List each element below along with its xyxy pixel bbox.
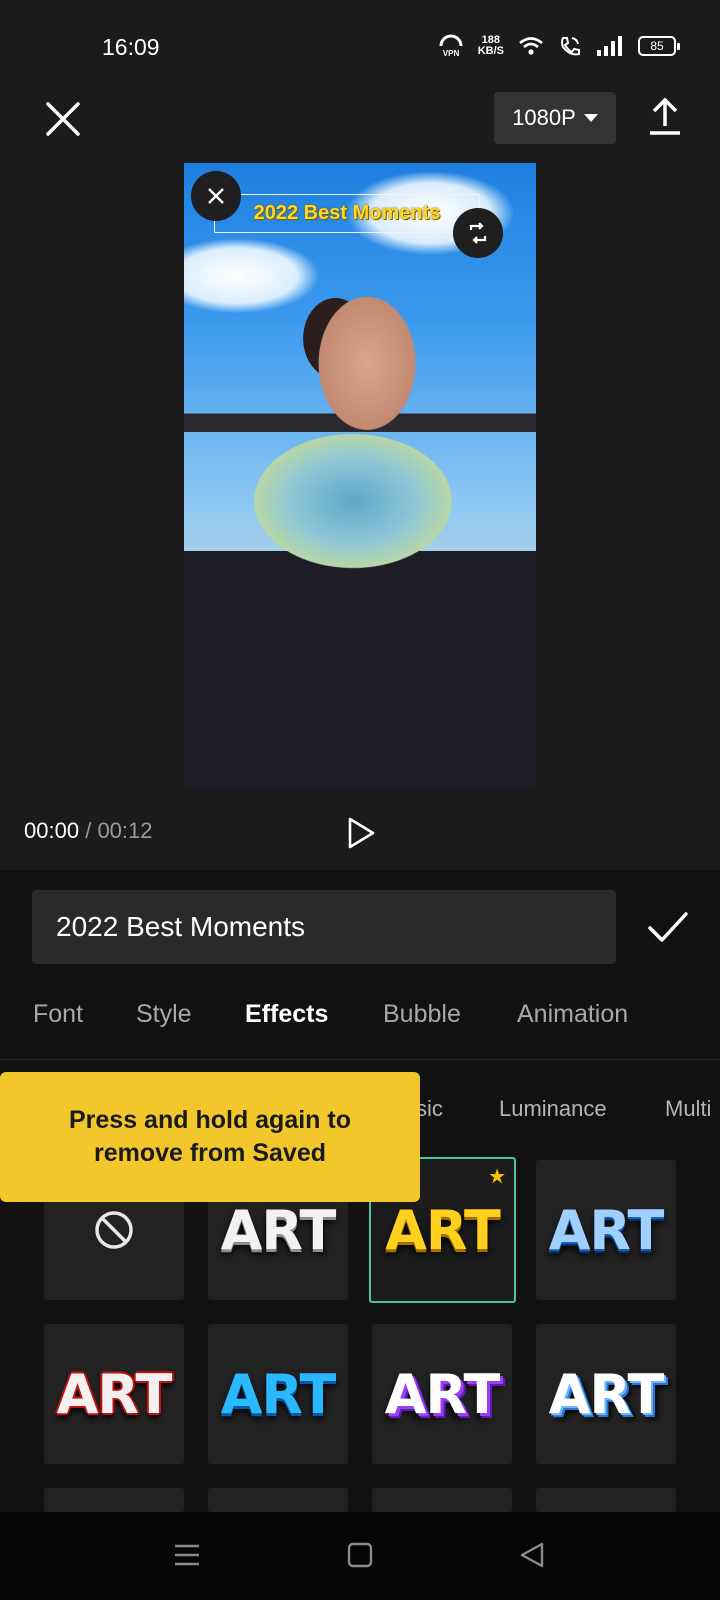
wifi-icon [519, 37, 543, 55]
effect-tile[interactable] [372, 1488, 512, 1512]
saved-tooltip: Press and hold again to remove from Save… [0, 1072, 420, 1202]
category-multi[interactable]: Multi [665, 1096, 711, 1122]
effect-preview: ART [220, 1198, 337, 1262]
rotate-scale-handle[interactable] [453, 208, 503, 258]
effect-tile[interactable] [208, 1488, 348, 1512]
playback-time: 00:00 / 00:12 [24, 818, 153, 844]
export-button[interactable] [646, 96, 684, 136]
vpn-icon: VPN [438, 34, 464, 58]
play-icon [348, 817, 375, 849]
menu-icon [175, 1544, 199, 1566]
category-luminance[interactable]: Luminance [499, 1096, 607, 1122]
caret-down-icon [583, 114, 598, 122]
tab-style[interactable]: Style [136, 1000, 192, 1029]
effect-preview: ART [384, 1362, 501, 1426]
tab-bubble[interactable]: Bubble [383, 1000, 461, 1029]
battery-indicator: 85 [638, 36, 680, 56]
play-button[interactable] [346, 816, 376, 850]
back-triangle-icon [520, 1542, 544, 1568]
delete-text-button[interactable] [191, 171, 241, 221]
home-button[interactable] [345, 1540, 375, 1570]
category-basic[interactable]: sic [416, 1096, 443, 1122]
text-overlay: 2022 Best Moments [253, 202, 441, 224]
tab-font[interactable]: Font [33, 1000, 83, 1029]
close-icon [46, 102, 80, 136]
speed-unit: KB/S [477, 45, 504, 57]
total-time: 00:12 [97, 818, 153, 843]
style-tabs: Font Style Effects Bubble Animation [0, 990, 720, 1050]
effect-preview: ART [385, 1198, 501, 1262]
confirm-button[interactable] [646, 910, 690, 946]
text-overlay-box[interactable]: 2022 Best Moments [214, 194, 480, 233]
system-nav-bar [0, 1512, 720, 1600]
text-input-field[interactable]: 2022 Best Moments [32, 890, 616, 964]
status-bar: 16:09 VPN 188 KB/S 85 [0, 0, 720, 96]
effect-tile[interactable] [536, 1488, 676, 1512]
upload-icon [650, 97, 680, 135]
effect-tile[interactable]: ART [372, 1324, 512, 1464]
home-square-icon [347, 1542, 373, 1568]
network-speed: 188 KB/S [478, 35, 504, 57]
effect-tile[interactable]: ART [536, 1324, 676, 1464]
effect-preview: ART [548, 1362, 665, 1426]
resolution-dropdown[interactable]: 1080P [494, 92, 616, 144]
close-editor-button[interactable] [40, 96, 86, 142]
tab-effects[interactable]: Effects [245, 1000, 328, 1029]
vpn-label: VPN [442, 49, 459, 58]
time-separator: / [85, 818, 92, 843]
effect-preview: ART [56, 1362, 173, 1426]
signal-icon [597, 36, 622, 56]
recent-apps-button[interactable] [172, 1540, 202, 1570]
tooltip-line-1: Press and hold again to [69, 1106, 351, 1134]
tabs-divider [0, 1059, 720, 1060]
tab-animation[interactable]: Animation [517, 1000, 628, 1029]
effect-tile[interactable]: ART [208, 1324, 348, 1464]
effect-tile[interactable]: ART [536, 1160, 676, 1300]
checkmark-icon [648, 912, 688, 942]
tooltip-line-2: remove from Saved [93, 1139, 327, 1167]
close-icon [208, 188, 224, 204]
no-effect-icon [95, 1211, 133, 1249]
back-button[interactable] [518, 1540, 548, 1570]
effect-preview: ART [548, 1198, 665, 1262]
rotate-icon [469, 222, 487, 244]
wifi-calling-icon [561, 37, 580, 56]
resolution-label: 1080P [512, 105, 576, 130]
current-time: 00:00 [24, 818, 80, 843]
effect-preview: ART [220, 1362, 337, 1426]
effect-tile[interactable]: ART [44, 1324, 184, 1464]
status-time: 16:09 [102, 34, 160, 60]
status-icons: VPN 188 KB/S 85 [438, 34, 680, 58]
effect-tile[interactable] [44, 1488, 184, 1512]
saved-star-icon: ★ [488, 1166, 506, 1188]
